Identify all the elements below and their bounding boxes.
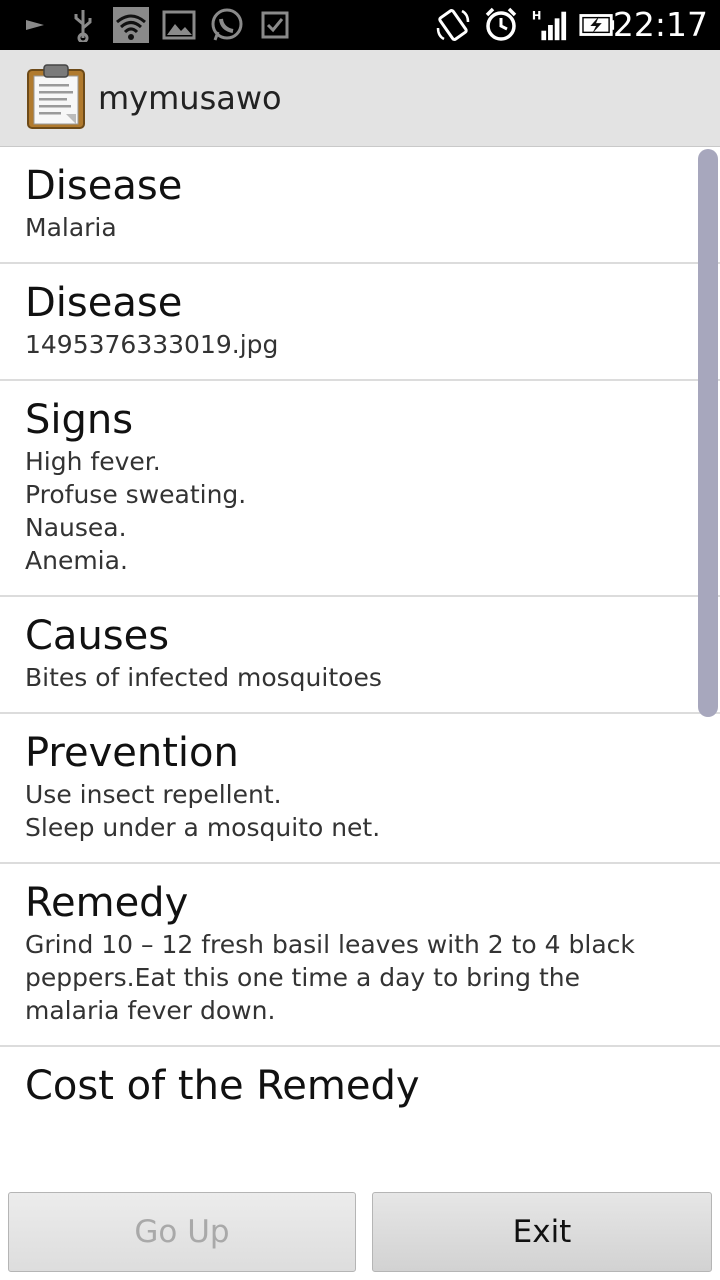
list-item-disease-image[interactable]: Disease 1495376333019.jpg [0,264,720,381]
list-item-disease[interactable]: Disease Malaria [0,147,720,264]
clock-time: 22:17 [612,5,708,44]
item-value: Bites of infected mosquitoes [25,663,382,692]
wifi-icon [112,6,150,44]
list-item-signs[interactable]: Signs High fever. Profuse sweating. Naus… [0,381,720,597]
item-title: Causes [25,613,170,659]
scrollbar[interactable] [698,149,718,717]
status-bar: H 22:17 [0,0,720,50]
item-title: Cost of the Remedy [25,1063,420,1109]
svg-text:H: H [532,8,542,22]
item-title: Disease [25,163,183,209]
screen-rotate-icon [434,6,472,44]
item-value: Grind 10 – 12 fresh basil leaves with 2 … [25,930,635,1025]
item-title: Signs [25,397,134,443]
details-list[interactable]: Disease Malaria Disease 1495376333019.jp… [0,147,720,1180]
go-up-button[interactable]: Go Up [8,1192,356,1272]
bottom-button-bar: Go Up Exit [0,1180,720,1280]
image-icon [160,6,198,44]
alarm-icon [482,6,520,44]
item-value: 1495376333019.jpg [25,330,279,359]
item-value: Use insect repellent. Sleep under a mosq… [25,780,381,842]
action-bar: mymusawo [0,50,720,147]
battery-charging-icon [578,6,616,44]
item-title: Prevention [25,730,239,776]
exit-button[interactable]: Exit [372,1192,712,1272]
item-title: Remedy [25,880,189,926]
list-item-cost[interactable]: Cost of the Remedy [0,1047,720,1129]
app-title: mymusawo [98,79,282,117]
list-item-causes[interactable]: Causes Bites of infected mosquitoes [0,597,720,714]
item-value: High fever. Profuse sweating. Nausea. An… [25,447,247,575]
signal-icon: H [530,6,568,44]
item-title: Disease [25,280,183,326]
usb-icon [64,6,102,44]
clipboard-icon[interactable] [26,64,86,130]
checkbox-icon [256,6,294,44]
play-arrow-icon [16,6,54,44]
list-item-prevention[interactable]: Prevention Use insect repellent. Sleep u… [0,714,720,864]
list-item-remedy[interactable]: Remedy Grind 10 – 12 fresh basil leaves … [0,864,720,1047]
whatsapp-icon [208,6,246,44]
item-value: Malaria [25,213,117,242]
